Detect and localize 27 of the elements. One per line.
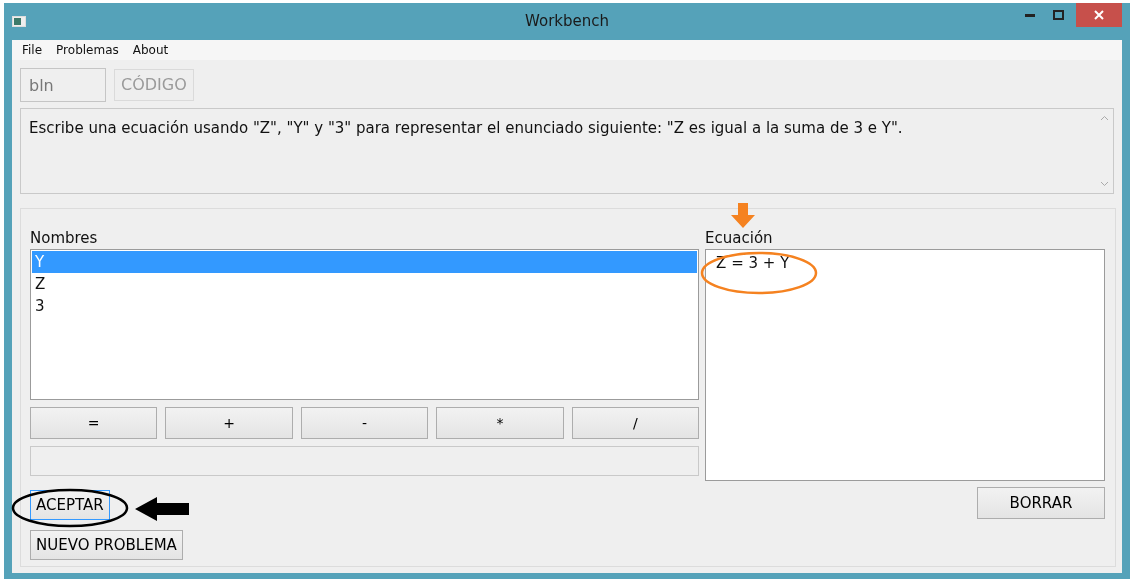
scroll-up-icon[interactable] <box>1100 115 1109 121</box>
new-problem-button[interactable]: NUEVO PROBLEMA <box>30 530 183 560</box>
operator-button[interactable]: / <box>571 407 700 439</box>
list-item[interactable]: Z <box>32 273 698 295</box>
down-arrow-icon <box>730 203 756 229</box>
operator-button[interactable]: - <box>300 407 429 439</box>
minimize-icon <box>1025 13 1035 17</box>
equation-label: Ecuación <box>705 228 774 247</box>
problem-statement: Escribe una ecuación usando "Z", "Y" y "3" para representar el enunciado siguiente: "Z es igual a la suma de 3 e Y". <box>29 118 904 139</box>
maximize-icon <box>1052 10 1064 20</box>
clear-button[interactable]: BORRAR <box>977 487 1105 519</box>
app-icon <box>12 16 26 27</box>
text-field[interactable]: bln <box>20 68 106 102</box>
menu-item[interactable]: File <box>20 41 45 59</box>
close-icon <box>1094 10 1104 20</box>
accept-button[interactable]: ACEPTAR <box>30 490 110 520</box>
list-item[interactable]: 3 <box>32 295 698 317</box>
window-title: Workbench <box>525 12 609 31</box>
left-arrow-icon <box>135 497 189 521</box>
operator-button[interactable]: = <box>30 407 158 439</box>
close-button[interactable] <box>1076 3 1122 27</box>
scroll-down-icon[interactable] <box>1100 181 1109 187</box>
operator-button[interactable]: * <box>436 407 564 439</box>
menu-item[interactable]: Problemas <box>54 41 121 59</box>
menu-item[interactable]: About <box>130 41 171 59</box>
operator-button[interactable]: + <box>165 407 293 439</box>
names-label: Nombres <box>30 228 99 247</box>
